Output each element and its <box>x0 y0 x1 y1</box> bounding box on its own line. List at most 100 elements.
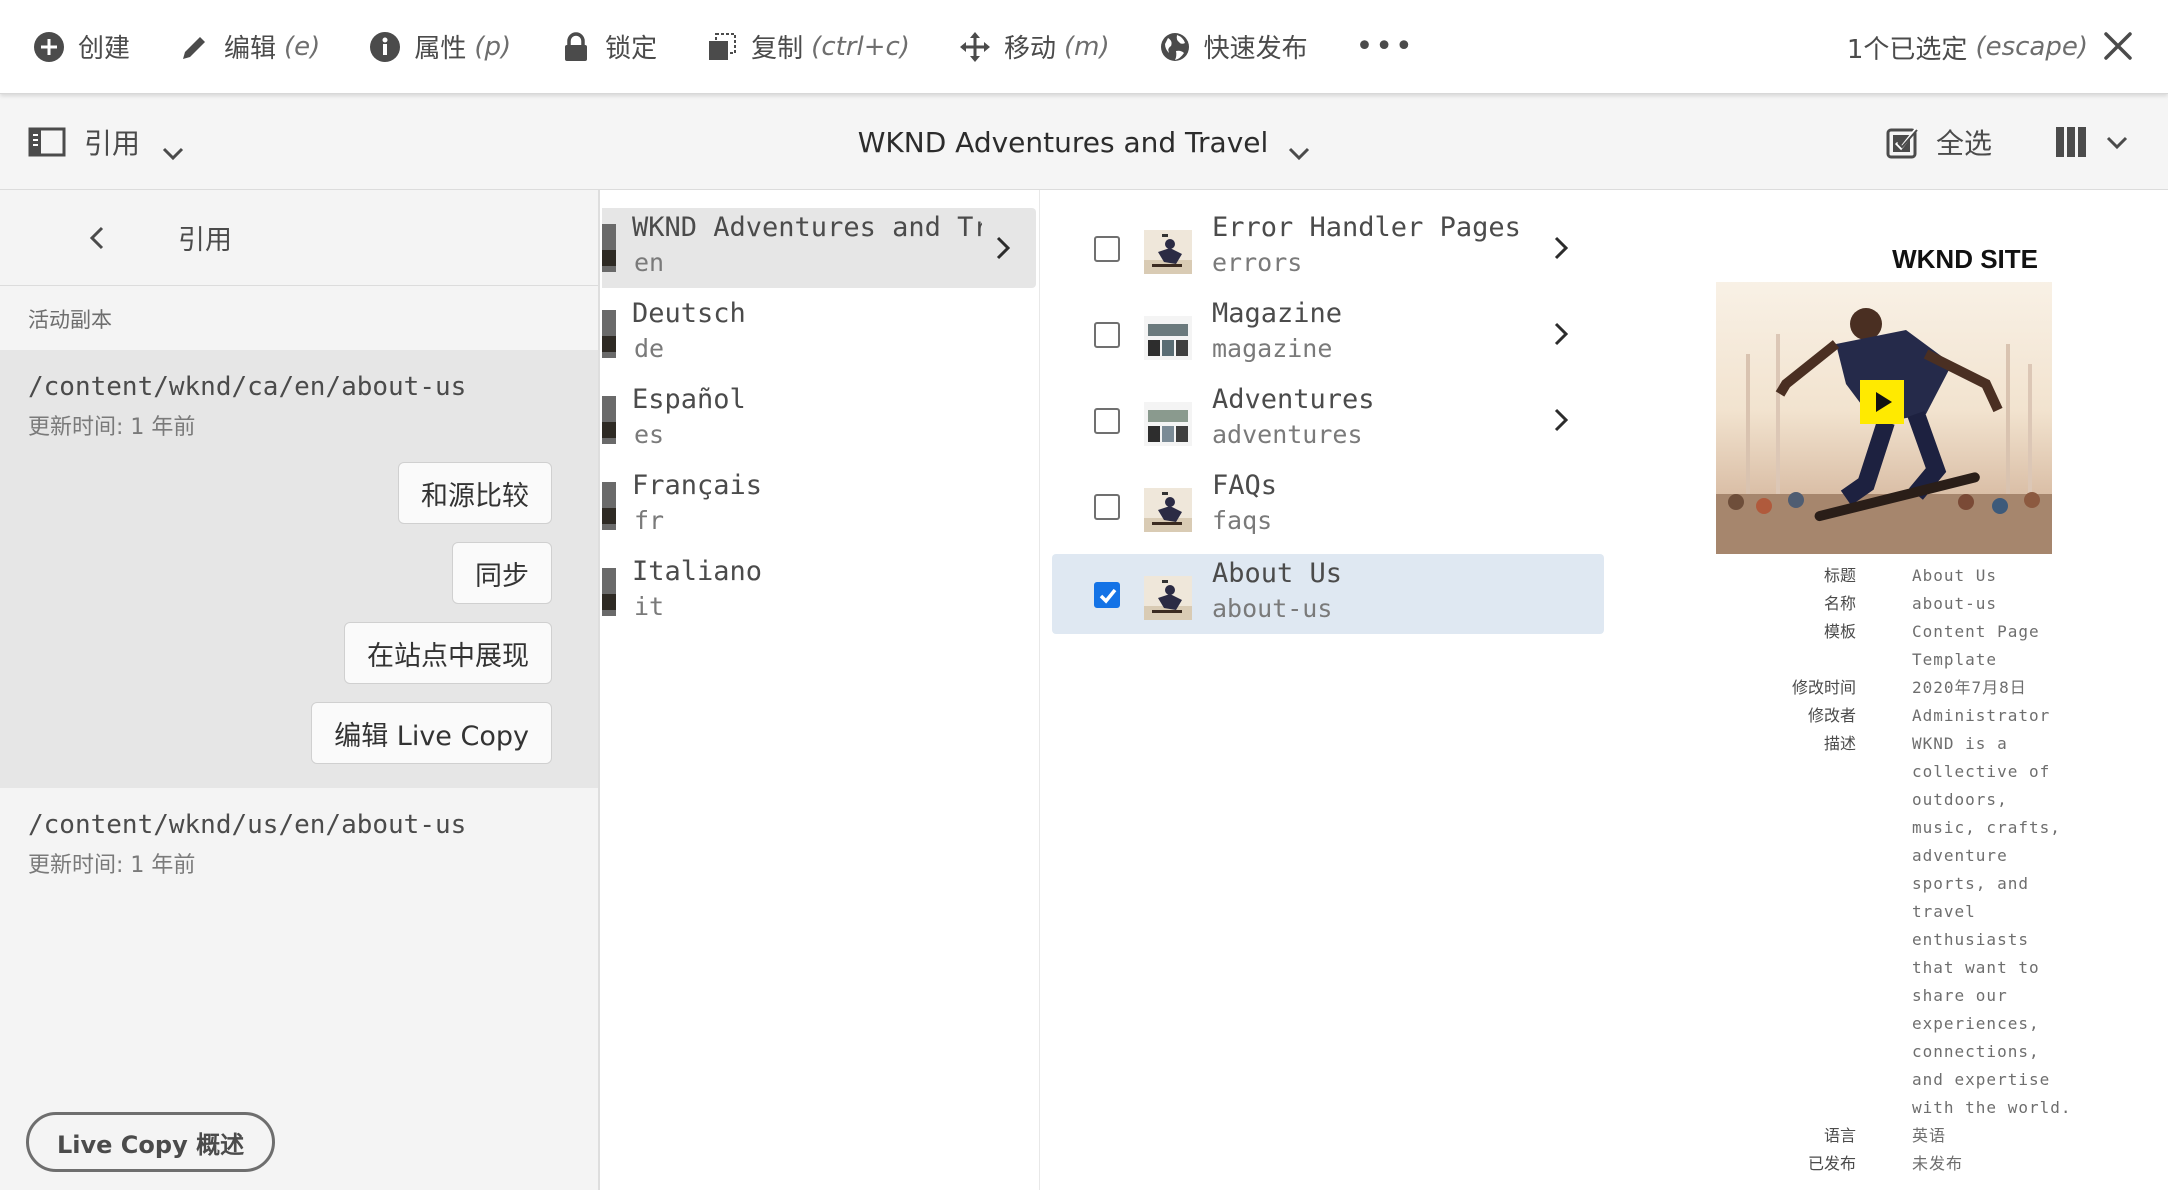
meta-label: 修改者 <box>1807 706 1856 725</box>
item-title: FAQs <box>1212 470 1278 501</box>
live-copy-item[interactable]: /content/wknd/us/en/about-us 更新时间: 1 年前 <box>0 788 598 884</box>
row-checkbox[interactable] <box>1094 322 1120 348</box>
quick-publish-label: 快速发布 <box>1203 34 1308 64</box>
page-thumbnail <box>1144 230 1192 274</box>
edit-live-copy-button[interactable]: 编辑 Live Copy <box>311 702 552 764</box>
live-copy-time: 更新时间: 1 年前 <box>28 415 196 440</box>
properties-label: 属性 <box>414 34 467 64</box>
row-checkbox-checked[interactable] <box>1094 582 1120 608</box>
column-item-it[interactable]: Italiano it <box>602 552 1036 632</box>
column-item-de[interactable]: Deutsch de <box>602 294 1036 374</box>
lock-label: 锁定 <box>605 34 658 64</box>
quick-publish-button[interactable]: 快速发布 <box>1158 0 1308 94</box>
rail-toggle-button[interactable]: 引用 <box>28 94 184 190</box>
chevron-right-icon[interactable] <box>996 236 1011 260</box>
lock-button[interactable]: 锁定 <box>559 0 657 94</box>
rail-panel-icon <box>28 127 66 157</box>
copy-label: 复制 <box>751 34 804 64</box>
item-name: about-us <box>1212 594 1333 623</box>
edit-button[interactable]: 编辑 (e) <box>178 0 320 94</box>
meta-value: Administrator <box>1912 706 2051 725</box>
row-checkbox[interactable] <box>1094 236 1120 262</box>
column-item-errors[interactable]: Error Handler Pages errors <box>1052 208 1604 288</box>
item-name: de <box>634 334 665 363</box>
rail-section-label: 活动副本 <box>28 308 112 332</box>
lock-icon <box>559 30 593 64</box>
column-view-icon <box>2054 125 2088 159</box>
live-copy-time: 更新时间: 1 年前 <box>28 853 196 878</box>
rail-header-label: 引用 <box>178 225 232 256</box>
globe-icon <box>1158 30 1192 64</box>
move-icon <box>958 30 992 64</box>
page-thumbnail <box>602 396 616 444</box>
item-title: WKND Adventures and Tra… <box>632 212 982 243</box>
item-title: Deutsch <box>632 298 746 329</box>
item-title: Français <box>632 470 763 501</box>
properties-shortcut: (p) <box>474 31 512 62</box>
column-item-faqs[interactable]: FAQs faqs <box>1052 466 1604 546</box>
item-title: Magazine <box>1212 298 1343 329</box>
meta-label: 修改时间 <box>1791 678 1856 697</box>
select-all-label: 全选 <box>1936 127 1993 160</box>
meta-value: Content Page Template <box>1912 622 2040 669</box>
item-name: adventures <box>1212 420 1363 449</box>
meta-value: WKND is a collective of outdoors, music,… <box>1912 734 2072 1117</box>
chevron-down-icon <box>2106 135 2128 150</box>
row-checkbox[interactable] <box>1094 408 1120 434</box>
chevron-right-icon[interactable] <box>1554 408 1569 432</box>
meta-label: 语言 <box>1823 1126 1856 1145</box>
title-dropdown[interactable]: WKND Adventures and Travel <box>858 126 1311 161</box>
column-item-magazine[interactable]: Magazine magazine <box>1052 294 1604 374</box>
properties-button[interactable]: 属性 (p) <box>368 0 511 94</box>
column-item-adventures[interactable]: Adventures adventures <box>1052 380 1604 460</box>
references-rail: 引用 活动副本 /content/wknd/ca/en/about-us 更新时… <box>0 190 600 1190</box>
meta-row-title: 标题 About Us <box>1630 562 2168 590</box>
meta-row-template: 模板 Content Page Template <box>1630 618 2168 674</box>
pencil-icon <box>178 30 212 64</box>
row-checkbox[interactable] <box>1094 494 1120 520</box>
item-title: About Us <box>1212 558 1343 589</box>
live-copy-overview-button[interactable]: Live Copy 概述 <box>26 1112 276 1172</box>
preview-image[interactable]: WKND SITE <box>1716 234 2052 554</box>
chevron-down-icon <box>162 135 184 161</box>
page-title: WKND Adventures and Travel <box>0 94 2168 190</box>
item-title: Adventures <box>1212 384 1375 415</box>
reveal-in-site-button[interactable]: 在站点中展现 <box>344 622 552 684</box>
more-button[interactable]: ••• <box>1356 0 1415 94</box>
item-name: fr <box>634 506 665 535</box>
column-item-about-us[interactable]: About Us about-us <box>1052 554 1604 634</box>
page-thumbnail <box>602 224 616 272</box>
item-name: es <box>634 420 665 449</box>
copy-button[interactable]: 复制 (ctrl+c) <box>705 0 910 94</box>
create-button[interactable]: 创建 <box>32 0 130 94</box>
meta-value: About Us <box>1912 566 1998 585</box>
select-all-button[interactable]: 全选 <box>1886 94 1992 190</box>
meta-row-modified-by: 修改者 Administrator <box>1630 702 2168 730</box>
selection-count: 1个已选定 (escape) <box>1847 0 2088 94</box>
chevron-right-icon[interactable] <box>1554 236 1569 260</box>
live-copy-item[interactable]: /content/wknd/ca/en/about-us 更新时间: 1 年前 … <box>0 350 598 788</box>
page-thumbnail <box>602 482 616 530</box>
edit-label: 编辑 <box>224 34 277 64</box>
page-thumbnail <box>1144 402 1192 446</box>
meta-row-name: 名称 about-us <box>1630 590 2168 618</box>
item-title: Español <box>632 384 746 415</box>
chevron-right-icon[interactable] <box>1554 322 1569 346</box>
sync-button[interactable]: 同步 <box>452 542 552 604</box>
view-switcher[interactable] <box>2054 94 2128 190</box>
column-item-es[interactable]: Español es <box>602 380 1036 460</box>
item-title: Italiano <box>632 556 763 587</box>
rail-header: 引用 <box>0 190 598 286</box>
item-name: it <box>634 592 665 621</box>
live-copy-actions: 和源比较 同步 在站点中展现 编辑 Live Copy <box>28 462 598 782</box>
compare-source-button[interactable]: 和源比较 <box>398 462 552 524</box>
item-name: faqs <box>1212 506 1273 535</box>
selection-escape-hint: (escape) <box>1975 32 2088 62</box>
column-item-en[interactable]: WKND Adventures and Tra… en <box>602 208 1036 288</box>
select-all-icon <box>1886 125 1920 159</box>
chevron-left-icon[interactable] <box>82 223 112 253</box>
column-item-fr[interactable]: Français fr <box>602 466 1036 546</box>
close-icon[interactable] <box>2100 28 2136 64</box>
move-button[interactable]: 移动 (m) <box>958 0 1110 94</box>
meta-value: about-us <box>1912 594 1998 613</box>
